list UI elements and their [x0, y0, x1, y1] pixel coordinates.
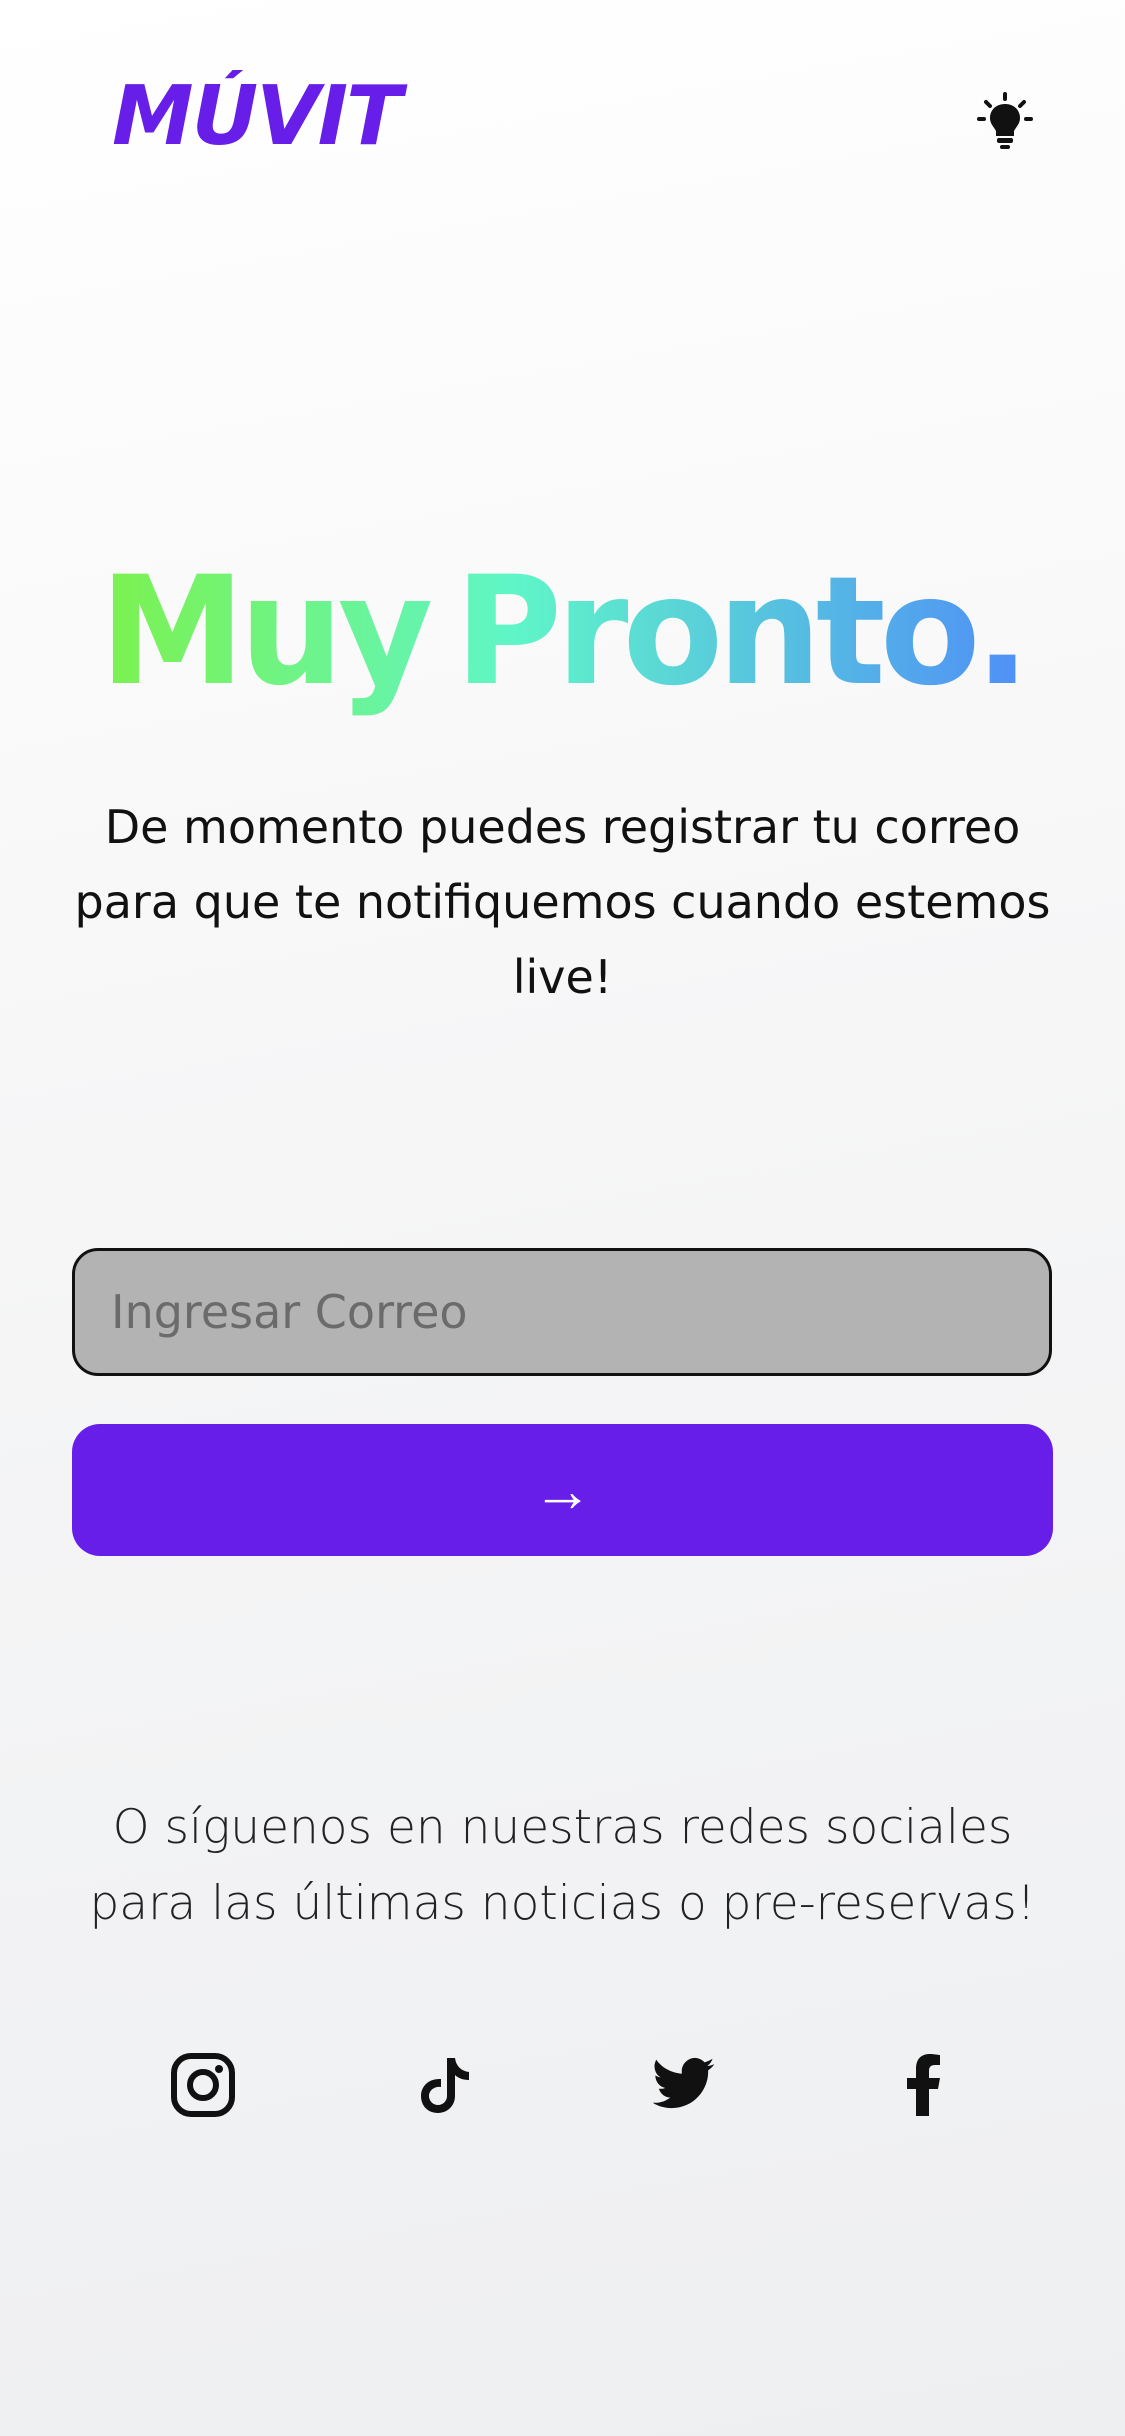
- hero-word-2: Pronto.: [455, 545, 1025, 719]
- arrow-right-icon: →: [532, 1456, 593, 1524]
- subtitle-text: De momento puedes registrar tu correo pa…: [74, 800, 1051, 1004]
- muvit-logo[interactable]: MÚVIT: [112, 67, 512, 164]
- social-text: O síguenos en nuestras redes sociales pa…: [89, 1800, 1036, 1931]
- facebook-icon[interactable]: [890, 2050, 960, 2120]
- logo-text: MÚVIT: [112, 70, 408, 160]
- email-input[interactable]: [72, 1248, 1052, 1376]
- social-links: [0, 2050, 1125, 2120]
- lightbulb-icon[interactable]: [975, 92, 1035, 152]
- header: MÚVIT: [0, 0, 1125, 220]
- hero-word-1: Muy: [100, 545, 432, 719]
- submit-button[interactable]: →: [72, 1424, 1053, 1556]
- hero-title-text: Muy Pronto.: [100, 545, 1025, 719]
- tiktok-icon[interactable]: [409, 2050, 479, 2120]
- instagram-icon[interactable]: [168, 2050, 238, 2120]
- hero-title: Muy Pronto.: [0, 540, 1125, 740]
- twitter-icon[interactable]: [650, 2050, 720, 2120]
